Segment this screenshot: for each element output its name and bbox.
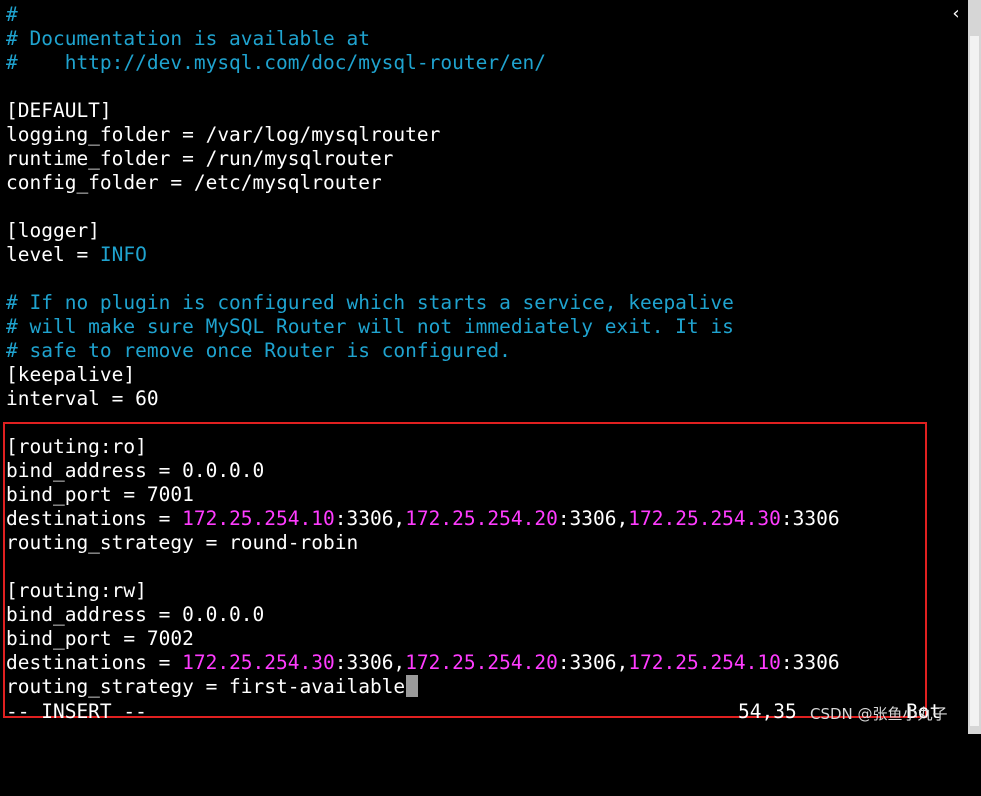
watermark: CSDN @张鱼小丸子 — [810, 705, 948, 723]
scrollbar-thumb[interactable] — [970, 36, 979, 726]
ip-address: 172.25.254.20 — [405, 507, 558, 530]
editor-line: # Documentation is available at — [6, 27, 968, 51]
comment-text: # will make sure MySQL Router will not i… — [6, 315, 734, 338]
line-text: routing_strategy = first-available — [6, 675, 406, 698]
line-text: runtime_folder = /run/mysqlrouter — [6, 147, 394, 170]
line-text: [routing:rw] — [6, 579, 147, 602]
line-text: [routing:ro] — [6, 435, 147, 458]
editor-line: level = INFO — [6, 243, 968, 267]
comment-text: # — [6, 3, 18, 26]
line-text: bind_port = 7002 — [6, 627, 194, 650]
line-text: level = — [6, 243, 100, 266]
line-text: :3306 — [780, 651, 840, 674]
editor-line: [routing:rw] — [6, 579, 968, 603]
comment-text: # If no plugin is configured which start… — [6, 291, 734, 314]
line-text: :3306, — [557, 507, 629, 530]
editor-line: bind_port = 7002 — [6, 627, 968, 651]
line-text: :3306, — [334, 507, 406, 530]
comment-text: # http://dev.mysql.com/doc/mysql-router/… — [6, 51, 547, 74]
editor-line: routing_strategy = first-available — [6, 675, 968, 699]
editor-line: runtime_folder = /run/mysqlrouter — [6, 147, 968, 171]
line-text: destinations = — [6, 507, 183, 530]
editor-line: bind_port = 7001 — [6, 483, 968, 507]
editor-line: config_folder = /etc/mysqlrouter — [6, 171, 968, 195]
comment-text: # safe to remove once Router is configur… — [6, 339, 511, 362]
comment-text: # Documentation is available at — [6, 27, 370, 50]
vertical-scrollbar[interactable] — [968, 0, 981, 734]
line-text: :3306, — [334, 651, 406, 674]
line-text: interval = 60 — [6, 387, 159, 410]
comment-text: INFO — [99, 243, 147, 266]
editor-line: interval = 60 — [6, 387, 968, 411]
editor-line: bind_address = 0.0.0.0 — [6, 603, 968, 627]
editor-line: logging_folder = /var/log/mysqlrouter — [6, 123, 968, 147]
ip-address: 172.25.254.30 — [628, 507, 781, 530]
line-text: bind_port = 7001 — [6, 483, 194, 506]
chevron-left-icon[interactable]: ‹ — [944, 2, 968, 26]
editor-line: [DEFAULT] — [6, 99, 968, 123]
line-text: routing_strategy = round-robin — [6, 531, 359, 554]
editor-line: destinations = 172.25.254.30:3306,172.25… — [6, 651, 968, 675]
line-text: :3306 — [780, 507, 840, 530]
editor-line: # http://dev.mysql.com/doc/mysql-router/… — [6, 51, 968, 75]
line-text: logging_folder = /var/log/mysqlrouter — [6, 123, 441, 146]
line-text: config_folder = /etc/mysqlrouter — [6, 171, 382, 194]
cursor-position: 54,35 — [738, 700, 797, 723]
line-text: [keepalive] — [6, 363, 136, 386]
editor-line: routing_strategy = round-robin — [6, 531, 968, 555]
line-text: destinations = — [6, 651, 183, 674]
ip-address: 172.25.254.30 — [182, 651, 335, 674]
editor-line: [routing:ro] — [6, 435, 968, 459]
text-cursor — [406, 675, 419, 697]
line-text: :3306, — [557, 651, 629, 674]
vim-editor[interactable]: # # Documentation is available at # http:/… — [6, 3, 968, 734]
editor-line: # — [6, 3, 968, 27]
line-text: bind_address = 0.0.0.0 — [6, 603, 265, 626]
editor-line: destinations = 172.25.254.10:3306,172.25… — [6, 507, 968, 531]
ip-address: 172.25.254.20 — [405, 651, 558, 674]
editor-line: [logger] — [6, 219, 968, 243]
editor-line: [keepalive] — [6, 363, 968, 387]
line-text: bind_address = 0.0.0.0 — [6, 459, 265, 482]
mode-indicator: -- INSERT -- — [6, 700, 147, 723]
editor-line: bind_address = 0.0.0.0 — [6, 459, 968, 483]
editor-line: # If no plugin is configured which start… — [6, 291, 968, 315]
ip-address: 172.25.254.10 — [628, 651, 781, 674]
editor-line: # will make sure MySQL Router will not i… — [6, 315, 968, 339]
line-text: [logger] — [6, 219, 100, 242]
ip-address: 172.25.254.10 — [182, 507, 335, 530]
line-text: [DEFAULT] — [6, 99, 112, 122]
editor-line: # safe to remove once Router is configur… — [6, 339, 968, 363]
